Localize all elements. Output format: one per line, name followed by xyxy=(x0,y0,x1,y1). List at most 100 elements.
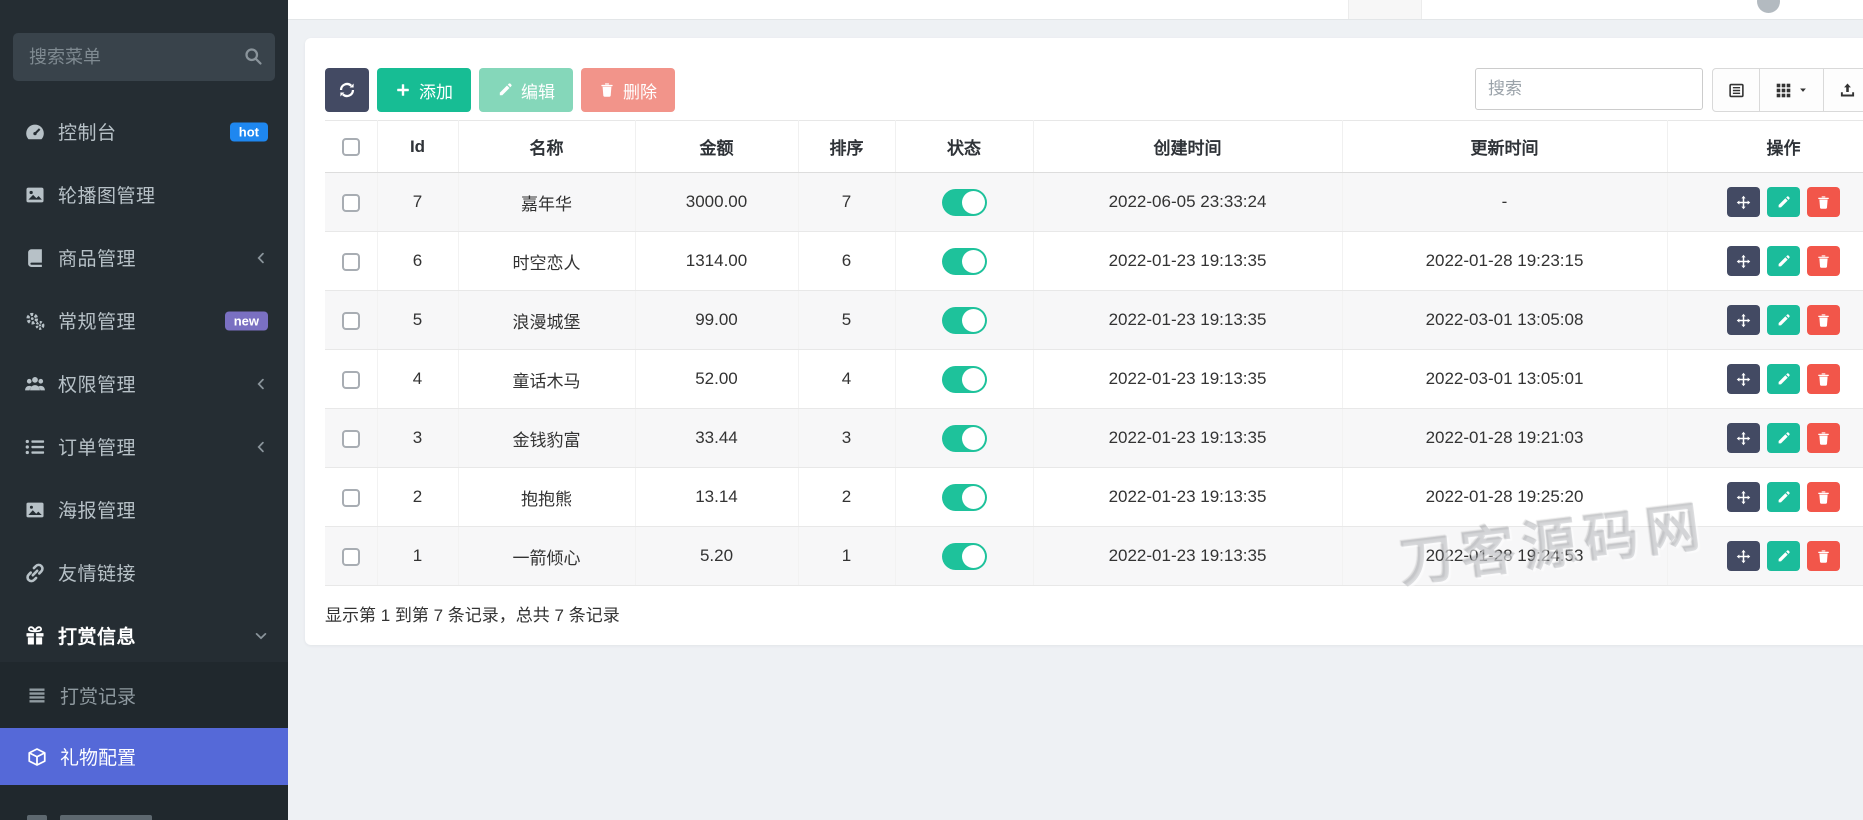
sidebar: 控制台 hot 轮播图管理商品管理常规管理 new 权限管理订单管理海报管理友情链接打赏… xyxy=(0,0,288,820)
cell-updated: - xyxy=(1341,172,1668,232)
nav-tab-remnant[interactable] xyxy=(1348,0,1422,19)
move-row-button[interactable] xyxy=(1727,305,1760,335)
sidebar-item-海报管理[interactable]: 海报管理 xyxy=(0,478,288,541)
row-checkbox[interactable] xyxy=(341,193,360,212)
trash-icon xyxy=(1816,313,1831,328)
sidebar-search-input[interactable] xyxy=(13,33,275,81)
delete-row-button[interactable] xyxy=(1807,423,1840,453)
delete-row-button[interactable] xyxy=(1807,482,1840,512)
edit-row-button[interactable] xyxy=(1767,541,1800,571)
status-toggle[interactable] xyxy=(941,247,987,275)
edit-row-button[interactable] xyxy=(1767,187,1800,217)
row-checkbox[interactable] xyxy=(341,488,360,507)
table-view-controls xyxy=(1712,68,1863,112)
trash-icon xyxy=(1816,195,1831,210)
move-row-button[interactable] xyxy=(1727,541,1760,571)
cell-amount: 3000.00 xyxy=(634,172,799,232)
cell-created: 2022-01-23 19:13:35 xyxy=(1032,408,1343,468)
edit-row-button[interactable] xyxy=(1767,482,1800,512)
toggle-view-button[interactable] xyxy=(1712,68,1760,112)
cell-amount: 52.00 xyxy=(634,349,799,409)
export-button[interactable] xyxy=(1824,68,1863,112)
cell-updated: 2022-01-28 19:23:15 xyxy=(1341,231,1668,291)
sidebar-subitem-礼物配置[interactable]: 礼物配置 xyxy=(0,728,288,785)
delete-row-button[interactable] xyxy=(1807,541,1840,571)
cell-sort: 3 xyxy=(797,408,896,468)
search-icon xyxy=(243,46,263,66)
cell-name: 金钱豹富 xyxy=(457,408,636,468)
row-checkbox[interactable] xyxy=(341,429,360,448)
row-checkbox[interactable] xyxy=(341,370,360,389)
row-actions xyxy=(1668,364,1863,394)
user-avatar[interactable] xyxy=(1757,0,1780,13)
delete-row-button[interactable] xyxy=(1807,305,1840,335)
link-icon xyxy=(24,562,46,584)
move-row-button[interactable] xyxy=(1727,423,1760,453)
hot-badge: hot xyxy=(229,122,268,141)
pencil-icon xyxy=(1776,490,1791,505)
cell-id: 6 xyxy=(376,231,459,291)
row-checkbox[interactable] xyxy=(341,311,360,330)
delete-row-button[interactable] xyxy=(1807,364,1840,394)
cell-name: 童话木马 xyxy=(457,349,636,409)
sidebar-item-友情链接[interactable]: 友情链接 xyxy=(0,541,288,604)
column-header-创建时间: 创建时间 xyxy=(1032,120,1343,173)
status-toggle[interactable] xyxy=(941,542,987,570)
move-icon xyxy=(1736,372,1751,387)
pencil-icon xyxy=(1776,254,1791,269)
sidebar-item-label: 商品管理 xyxy=(58,249,137,270)
delete-row-button[interactable] xyxy=(1807,187,1840,217)
sidebar-item-轮播图管理[interactable]: 轮播图管理 xyxy=(0,163,288,226)
select-all-checkbox[interactable] xyxy=(341,138,360,157)
topbar xyxy=(288,0,1863,20)
edit-row-button[interactable] xyxy=(1767,305,1800,335)
edit-button[interactable]: 编辑 xyxy=(479,68,573,112)
caret-down-icon xyxy=(1798,85,1808,95)
status-toggle[interactable] xyxy=(941,424,987,452)
columns-button[interactable] xyxy=(1760,68,1824,112)
cell-created: 2022-01-23 19:13:35 xyxy=(1032,349,1343,409)
pencil-icon xyxy=(1776,372,1791,387)
edit-row-button[interactable] xyxy=(1767,423,1800,453)
move-row-button[interactable] xyxy=(1727,364,1760,394)
add-button[interactable]: 添加 xyxy=(377,68,471,112)
sidebar-subitem-partial[interactable] xyxy=(0,785,288,820)
move-row-button[interactable] xyxy=(1727,482,1760,512)
status-toggle[interactable] xyxy=(941,365,987,393)
delete-button[interactable]: 删除 xyxy=(581,68,675,112)
table-row: 1 一箭倾心 5.20 1 2022-01-23 19:13:35 2022-01-28 … xyxy=(325,526,1863,586)
cell-id: 1 xyxy=(376,526,459,586)
sidebar-item-常规管理[interactable]: 常规管理 new xyxy=(0,289,288,352)
refresh-button[interactable] xyxy=(325,68,369,112)
row-checkbox[interactable] xyxy=(341,547,360,566)
sidebar-subitem-打赏记录[interactable]: 打赏记录 xyxy=(0,662,288,728)
sidebar-item-打赏信息[interactable]: 打赏信息 xyxy=(0,604,288,667)
move-icon xyxy=(1736,313,1751,328)
table-search-input[interactable] xyxy=(1475,68,1703,110)
row-checkbox[interactable] xyxy=(341,252,360,271)
edit-row-button[interactable] xyxy=(1767,364,1800,394)
column-header-排序: 排序 xyxy=(797,120,896,173)
sidebar-item-订单管理[interactable]: 订单管理 xyxy=(0,415,288,478)
sidebar-item-商品管理[interactable]: 商品管理 xyxy=(0,226,288,289)
status-toggle[interactable] xyxy=(941,188,987,216)
cell-sort: 6 xyxy=(797,231,896,291)
sidebar-item-控制台[interactable]: 控制台 hot xyxy=(0,100,288,163)
status-toggle[interactable] xyxy=(941,483,987,511)
cell-amount: 13.14 xyxy=(634,467,799,527)
sidebar-item-label: 海报管理 xyxy=(58,501,137,522)
cell-updated: 2022-01-28 19:24:53 xyxy=(1341,526,1668,586)
status-toggle[interactable] xyxy=(941,306,987,334)
sidebar-item-权限管理[interactable]: 权限管理 xyxy=(0,352,288,415)
pencil-icon xyxy=(1776,549,1791,564)
move-row-button[interactable] xyxy=(1727,246,1760,276)
move-row-button[interactable] xyxy=(1727,187,1760,217)
export-icon xyxy=(1839,82,1856,99)
gift-icon xyxy=(24,625,46,647)
edit-row-button[interactable] xyxy=(1767,246,1800,276)
cell-amount: 33.44 xyxy=(634,408,799,468)
move-icon xyxy=(1736,490,1751,505)
delete-row-button[interactable] xyxy=(1807,246,1840,276)
grid-icon xyxy=(1775,82,1792,99)
cell-id: 7 xyxy=(376,172,459,232)
